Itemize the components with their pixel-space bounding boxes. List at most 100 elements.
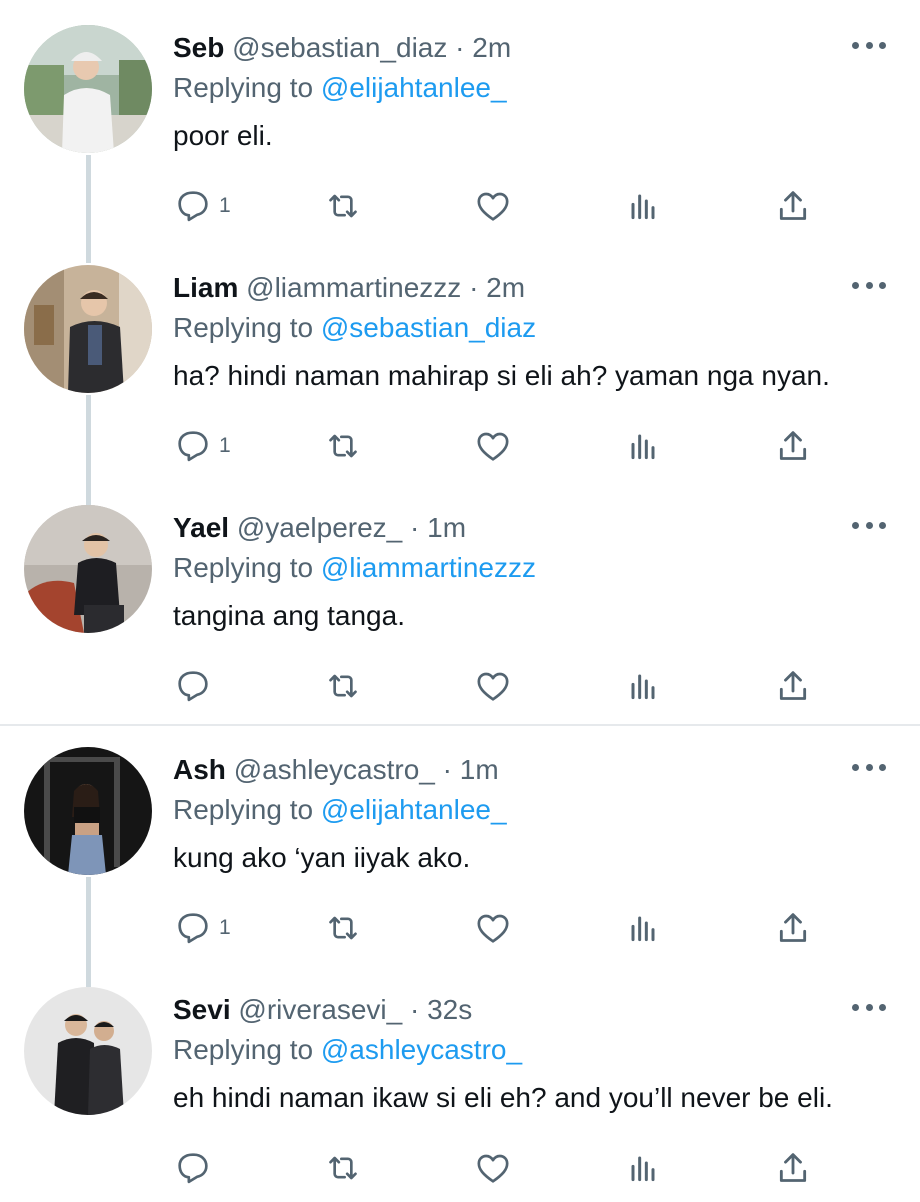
share-icon [779, 671, 807, 700]
timestamp[interactable]: 32s [427, 994, 472, 1025]
views-icon [631, 1156, 655, 1182]
retweet-button[interactable] [323, 906, 363, 950]
display-name[interactable]: Sevi [173, 994, 231, 1025]
retweet-icon [329, 1156, 357, 1180]
retweet-icon [329, 434, 357, 458]
retweet-button[interactable] [323, 664, 363, 708]
retweet-button[interactable] [323, 184, 363, 228]
share-button[interactable] [773, 664, 813, 708]
reply-icon [178, 913, 208, 944]
tweet-text: poor eli. [173, 120, 273, 151]
share-button[interactable] [773, 424, 813, 468]
like-button[interactable] [473, 184, 513, 228]
action-bar: 1 [173, 424, 833, 468]
share-button[interactable] [773, 184, 813, 228]
tweet[interactable]: Ash @ashleycastro_ · 1m Replying to @eli… [0, 722, 920, 962]
retweet-button[interactable] [323, 424, 363, 468]
tweet[interactable]: Yael @yaelperez_ · 1m Replying to @liamm… [0, 480, 920, 720]
reply-icon [178, 1153, 208, 1184]
action-bar [173, 664, 833, 708]
avatar-photo [24, 25, 152, 153]
reply-button[interactable]: 1 [173, 424, 231, 468]
replying-to: Replying to @elijahtanlee_ [173, 70, 507, 106]
views-button[interactable] [623, 906, 663, 950]
share-icon [779, 191, 807, 220]
more-icon[interactable] [852, 760, 886, 774]
reply-button[interactable] [173, 664, 219, 708]
replying-to-label: Replying to [173, 794, 314, 825]
more-icon[interactable] [852, 1000, 886, 1014]
views-button[interactable] [623, 664, 663, 708]
replying-to-label: Replying to [173, 312, 314, 343]
reply-count: 1 [219, 194, 231, 217]
share-icon [779, 431, 807, 460]
avatar-photo [24, 505, 152, 633]
tweet-text: tangina ang tanga. [173, 600, 405, 631]
tweet[interactable]: Seb @sebastian_diaz · 2m Replying to @el… [0, 0, 920, 240]
display-name[interactable]: Seb [173, 32, 224, 63]
user-handle[interactable]: @liammartinezzz [246, 272, 461, 303]
replying-to-handle[interactable]: @ashleycastro_ [321, 1034, 522, 1065]
share-icon [779, 913, 807, 942]
reply-button[interactable]: 1 [173, 906, 231, 950]
display-name[interactable]: Liam [173, 272, 238, 303]
tweet-text: kung ako ‘yan iiyak ako. [173, 842, 471, 873]
retweet-button[interactable] [323, 1146, 363, 1190]
timestamp[interactable]: 1m [460, 754, 499, 785]
views-button[interactable] [623, 1146, 663, 1190]
views-button[interactable] [623, 424, 663, 468]
reply-icon [178, 671, 208, 702]
display-name[interactable]: Yael [173, 512, 229, 543]
timestamp[interactable]: 1m [427, 512, 466, 543]
reply-button[interactable] [173, 1146, 219, 1190]
avatar[interactable] [24, 25, 152, 153]
reply-icon [178, 191, 208, 222]
views-button[interactable] [623, 184, 663, 228]
heart-icon [477, 192, 509, 221]
replying-to-handle[interactable]: @elijahtanlee_ [321, 72, 507, 103]
replying-to: Replying to @ashleycastro_ [173, 1032, 522, 1068]
like-button[interactable] [473, 906, 513, 950]
timestamp[interactable]: 2m [472, 32, 511, 63]
avatar-photo [24, 747, 152, 875]
reply-button[interactable]: 1 [173, 184, 231, 228]
user-handle[interactable]: @sebastian_diaz [232, 32, 447, 63]
share-button[interactable] [773, 1146, 813, 1190]
heart-icon [477, 432, 509, 461]
replying-to: Replying to @sebastian_diaz [173, 310, 536, 346]
more-icon[interactable] [852, 518, 886, 532]
reply-count: 1 [219, 434, 231, 457]
views-icon [631, 674, 655, 700]
avatar[interactable] [24, 505, 152, 633]
tweet-text: ha? hindi naman mahirap si eli ah? yaman… [173, 360, 830, 391]
tweet-header: Liam @liammartinezzz · 2m [173, 270, 880, 306]
replying-to-handle[interactable]: @elijahtanlee_ [321, 794, 507, 825]
user-handle[interactable]: @ashleycastro_ [234, 754, 435, 785]
heart-icon [477, 672, 509, 701]
tweet[interactable]: Liam @liammartinezzz · 2m Replying to @s… [0, 240, 920, 480]
avatar[interactable] [24, 747, 152, 875]
tweet-header: Seb @sebastian_diaz · 2m [173, 30, 880, 66]
tweet[interactable]: Sevi @riverasevi_ · 32s Replying to @ash… [0, 962, 920, 1202]
like-button[interactable] [473, 664, 513, 708]
replying-to-handle[interactable]: @liammartinezzz [321, 552, 536, 583]
replying-to-label: Replying to [173, 1034, 314, 1065]
user-handle[interactable]: @yaelperez_ [237, 512, 402, 543]
avatar[interactable] [24, 265, 152, 393]
views-icon [631, 434, 655, 460]
share-icon [779, 1153, 807, 1182]
heart-icon [477, 914, 509, 943]
tweet-header: Yael @yaelperez_ · 1m [173, 510, 880, 546]
display-name[interactable]: Ash [173, 754, 226, 785]
more-icon[interactable] [852, 38, 886, 52]
more-icon[interactable] [852, 278, 886, 292]
reply-icon [178, 431, 208, 462]
share-button[interactable] [773, 906, 813, 950]
avatar[interactable] [24, 987, 152, 1115]
like-button[interactable] [473, 1146, 513, 1190]
user-handle[interactable]: @riverasevi_ [238, 994, 402, 1025]
timestamp[interactable]: 2m [486, 272, 525, 303]
separator-dot: · [409, 994, 420, 1025]
replying-to-handle[interactable]: @sebastian_diaz [321, 312, 536, 343]
like-button[interactable] [473, 424, 513, 468]
